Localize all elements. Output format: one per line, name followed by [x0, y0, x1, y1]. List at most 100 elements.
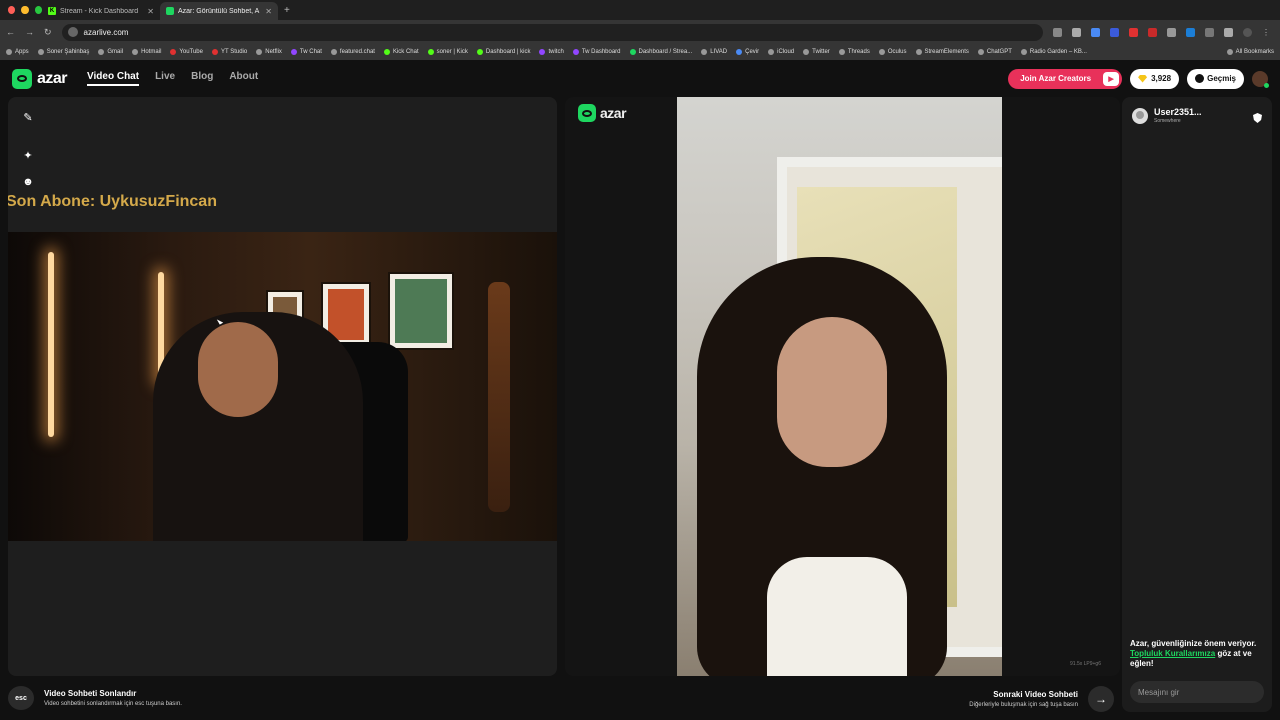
extension-icon[interactable] [1148, 27, 1157, 37]
partner-top [767, 557, 907, 676]
join-creators-button[interactable]: Join Azar Creators ▶ [1008, 68, 1123, 89]
bookmark-item[interactable]: YouTube [170, 49, 203, 55]
partner-avatar [1132, 107, 1148, 124]
effects-sparkle-icon[interactable]: ✦ [20, 147, 36, 163]
azar-logo[interactable]: azar [12, 68, 68, 89]
bookmark-item[interactable]: Tw Dashboard [572, 49, 621, 55]
extension-icon[interactable] [1129, 27, 1138, 37]
gems-balance[interactable]: 3,928 [1130, 68, 1180, 89]
address-bar[interactable]: azarlive.com [61, 23, 1043, 41]
online-status-icon [1264, 82, 1269, 88]
bookmark-item[interactable]: StreamElements [915, 49, 969, 55]
minimize-window-button[interactable] [21, 6, 29, 14]
bookmark-star-icon[interactable] [1072, 27, 1081, 37]
nav-blog[interactable]: Blog [191, 71, 213, 86]
tab-title: Azar: Görüntülü Sohbet, A [178, 7, 260, 15]
bookmark-item[interactable]: Hotmail [132, 49, 161, 55]
bookmark-icon [256, 49, 263, 55]
kick-icon [383, 49, 390, 55]
bookmark-item[interactable]: twitch [539, 49, 564, 55]
next-arrow-button[interactable]: → [1088, 686, 1114, 712]
profile-icon[interactable] [1243, 27, 1252, 37]
bookmark-item[interactable]: YT Studio [211, 49, 247, 55]
watermark-text: azar [600, 105, 627, 121]
bookmark-item[interactable]: ChatGPT [977, 49, 1012, 55]
next-chat-control: Sonraki Video Sohbeti Diğerleriyle buluş… [969, 686, 1114, 712]
reload-icon[interactable]: ↻ [44, 27, 52, 38]
twitter-icon [803, 49, 810, 55]
bookmark-item[interactable]: Dashboard | kick [476, 49, 530, 55]
puzzle-icon[interactable] [1224, 27, 1233, 37]
youtube-icon [211, 49, 218, 55]
bookmark-item[interactable]: Soner Şahinbaş [37, 49, 89, 55]
window-controls [0, 6, 42, 14]
azar-logo-icon [12, 68, 32, 89]
wall-frame [388, 272, 454, 350]
bookmark-icon [330, 49, 337, 55]
end-chat-control: esc Video Sohbeti Sonlandır Video sohbet… [8, 686, 182, 710]
extension-icon[interactable] [1167, 27, 1176, 37]
kick-icon [427, 49, 434, 55]
next-chat-hint: Diğerleriyle buluşmak için sağ tuşa bası… [969, 702, 1078, 708]
site-info-icon[interactable] [67, 27, 78, 37]
close-tab-icon[interactable]: ✕ [147, 7, 154, 16]
bookmark-item[interactable]: iCloud [768, 49, 794, 55]
kick-icon [476, 49, 483, 55]
address-bar-row: ← → ↻ azarlive.com ⋮ [0, 20, 1280, 44]
nav-live[interactable]: Live [155, 71, 175, 86]
bookmark-item[interactable]: Dashboard / Strea... [629, 49, 692, 55]
bookmark-icon [915, 49, 922, 55]
cast-icon[interactable] [1053, 27, 1062, 37]
back-icon[interactable]: ← [6, 27, 15, 37]
partner-info[interactable]: User2351... Somewhere [1132, 107, 1202, 124]
bookmark-apps[interactable]: Apps [6, 49, 29, 55]
codec-info: 91.5x LP9+g6 [1070, 661, 1101, 667]
site-header: azar Video Chat Live Blog About Join Aza… [0, 60, 1280, 97]
logo-text: azar [37, 69, 68, 87]
azar-logo-icon [578, 104, 596, 122]
bookmark-item[interactable]: Oculus [878, 49, 907, 55]
bookmark-item[interactable]: featured.chat [330, 49, 375, 55]
extensions-toolbar: ⋮ [1053, 27, 1274, 37]
translate-icon [736, 49, 743, 55]
url-text[interactable]: azarlive.com [84, 28, 129, 37]
chat-message-input[interactable] [1130, 681, 1264, 703]
maximize-window-button[interactable] [34, 6, 42, 14]
extension-icon[interactable] [1091, 27, 1100, 37]
report-shield-icon[interactable] [1253, 113, 1262, 123]
bookmark-item[interactable]: LIVAD [701, 49, 727, 55]
bookmark-item[interactable]: Tw Chat [290, 49, 322, 55]
new-tab-button[interactable]: + [284, 5, 290, 16]
bookmark-item[interactable]: Gmail [98, 49, 123, 55]
tab-kick-dashboard[interactable]: K Stream - Kick Dashboard ✕ [42, 2, 160, 20]
azar-watermark: azar [578, 104, 627, 122]
edit-icon[interactable]: ✎ [20, 109, 36, 125]
bookmark-item[interactable]: Çevir [736, 49, 759, 55]
bookmark-item[interactable]: soner | Kick [427, 49, 468, 55]
translate-icon[interactable] [1186, 27, 1195, 37]
sticker-face-icon[interactable]: ☻ [20, 174, 36, 190]
end-chat-hint: Video sohbetini sonlandırmak için esc tu… [44, 701, 182, 707]
close-window-button[interactable] [8, 6, 16, 14]
community-guidelines-link[interactable]: Topluluk Kurallarımıza [1130, 649, 1215, 658]
bookmark-item[interactable]: Radio Garden – KB... [1020, 49, 1087, 55]
esc-button[interactable]: esc [8, 686, 34, 710]
user-avatar[interactable] [1252, 70, 1269, 88]
all-bookmarks[interactable]: All Bookmarks [1226, 49, 1280, 55]
bookmark-item[interactable]: Netflix [256, 49, 282, 55]
nav-video-chat[interactable]: Video Chat [87, 71, 140, 86]
menu-icon[interactable]: ⋮ [1262, 28, 1270, 37]
extension-icon[interactable] [1110, 27, 1119, 37]
twitch-icon [539, 49, 546, 55]
end-chat-title: Video Sohbeti Sonlandır [44, 689, 137, 698]
extension-icon[interactable] [1205, 27, 1214, 37]
close-tab-icon[interactable]: ✕ [265, 7, 272, 16]
history-button[interactable]: Geçmiş [1187, 68, 1244, 89]
forward-icon[interactable]: → [25, 27, 34, 37]
bookmark-icon [98, 49, 105, 55]
tab-azar[interactable]: Azar: Görüntülü Sohbet, A ✕ [160, 2, 278, 20]
bookmark-item[interactable]: Threads [838, 49, 870, 55]
bookmark-item[interactable]: Kick Chat [383, 49, 419, 55]
nav-about[interactable]: About [229, 71, 258, 86]
bookmark-item[interactable]: Twitter [803, 49, 830, 55]
